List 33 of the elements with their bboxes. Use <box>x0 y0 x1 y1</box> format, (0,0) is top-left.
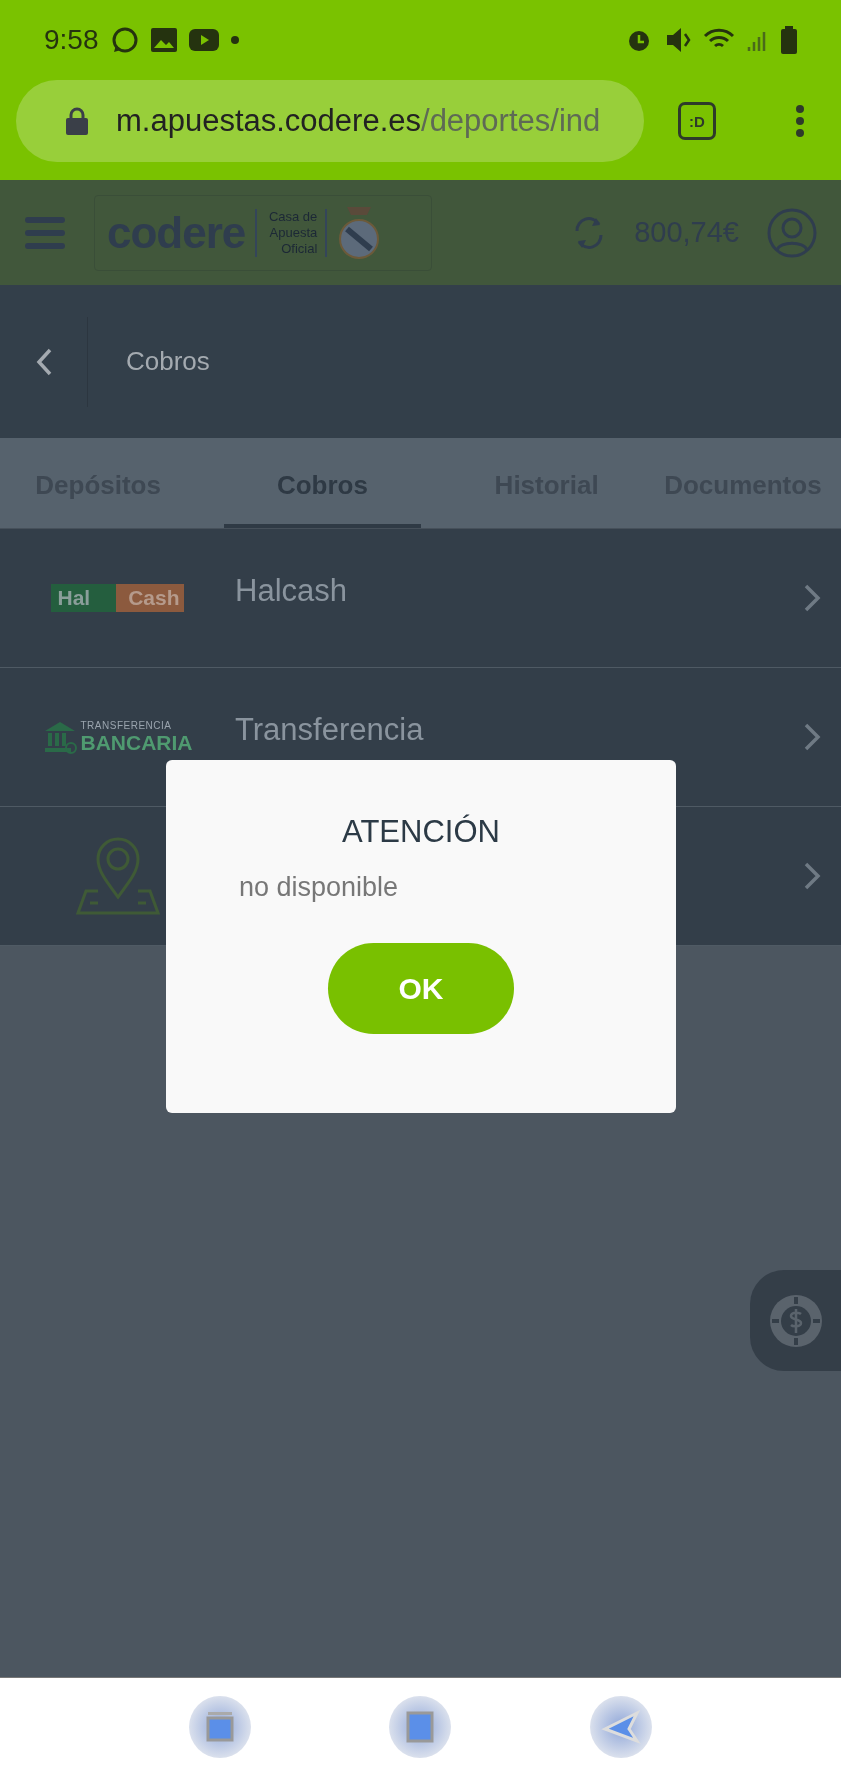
image-icon <box>150 28 177 52</box>
chevron-right-icon <box>803 722 821 752</box>
page-title: Cobros <box>126 346 210 377</box>
battery-icon <box>781 26 797 54</box>
dialog-message: no disponible <box>239 872 399 903</box>
chat-icon <box>110 26 139 54</box>
lock-icon <box>66 107 88 135</box>
method-label: Halcash <box>235 573 348 609</box>
url-path: /deportes/ind <box>421 103 601 138</box>
chevron-right-icon <box>803 861 821 891</box>
status-time: 9:58 <box>44 24 99 56</box>
logo-text: Hal <box>51 584 117 612</box>
address-bar[interactable]: m.apuestas.codere.es/deportes/ind <box>16 80 644 162</box>
tabs-button[interactable]: :D <box>678 102 716 140</box>
payment-method-row[interactable]: Hal Cash Halcash <box>0 529 841 668</box>
menu-icon[interactable] <box>24 215 66 250</box>
dot-icon <box>230 36 239 44</box>
logo-text: BANCARIA <box>80 730 193 755</box>
method-label: Transferencia <box>235 712 425 748</box>
more-icon[interactable] <box>795 104 805 138</box>
user-avatar-icon[interactable] <box>767 207 817 258</box>
map-pin-icon <box>75 835 160 917</box>
coin-icon <box>767 1292 824 1349</box>
ok-button[interactable]: OK <box>328 943 514 1034</box>
chevron-right-icon <box>803 583 821 613</box>
cashier-button[interactable] <box>750 1270 841 1371</box>
back-icon <box>35 347 52 376</box>
dialog-title: ATENCIÓN <box>342 814 500 850</box>
logo-text: Cash <box>116 584 184 612</box>
play-icon <box>188 29 219 51</box>
logo-text: TRANSFERENCIA <box>80 719 173 731</box>
bank-icon <box>42 720 77 754</box>
url-host: m.apuestas.codere.es <box>116 103 421 138</box>
